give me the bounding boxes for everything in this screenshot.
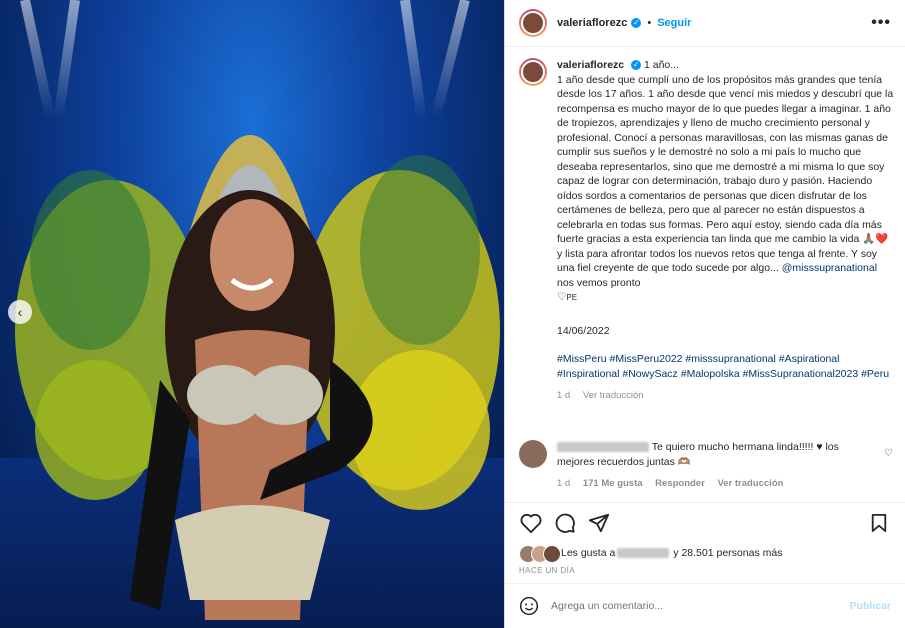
- likes-prefix: Les gusta a: [561, 547, 616, 559]
- verified-badge-icon: ✓: [631, 18, 642, 28]
- caption: valeriaflorezc ✓ 1 año... 1 año desde qu…: [519, 58, 894, 404]
- emoji-icon[interactable]: [519, 596, 539, 616]
- caption-closing: nos vemos pronto: [557, 276, 641, 289]
- comment-age: 1 d: [557, 478, 571, 489]
- comment-like-icon[interactable]: ♡: [884, 448, 893, 459]
- author-username[interactable]: valeriaflorezc: [557, 17, 627, 29]
- costume-illustration: [15, 135, 500, 620]
- liker-username-blurred[interactable]: [617, 548, 670, 558]
- comment-reply-button[interactable]: Responder: [655, 478, 705, 489]
- likes-summary[interactable]: Les gusta a y 28.501 personas más: [519, 545, 782, 563]
- post-sidebar: valeriaflorezc ✓ • Seguir ••• valeriaflo…: [504, 0, 905, 628]
- previous-image-button[interactable]: ‹: [8, 300, 32, 324]
- liker-avatars: [519, 545, 561, 563]
- heart-outline-icon: ♡: [557, 291, 567, 303]
- caption-closing-tag: PE: [566, 293, 578, 302]
- caption-translate-link[interactable]: Ver traducción: [583, 390, 644, 401]
- follow-button[interactable]: Seguir: [657, 17, 691, 29]
- commenter-avatar[interactable]: [519, 440, 547, 468]
- caption-mention[interactable]: @misssupranational: [782, 262, 877, 274]
- caption-date: 14/06/2022: [557, 324, 610, 337]
- verified-badge-icon: ✓: [631, 60, 642, 71]
- caption-body: 1 año desde que cumplí uno de los propós…: [557, 73, 894, 275]
- caption-age: 1 d: [557, 390, 571, 401]
- share-icon[interactable]: [587, 511, 611, 535]
- more-options-icon[interactable]: •••: [871, 14, 891, 32]
- comment-likes[interactable]: 171 Me gusta: [583, 478, 643, 489]
- commenter-username-blurred[interactable]: [557, 442, 649, 453]
- save-bookmark-icon[interactable]: [867, 511, 891, 535]
- comment-input[interactable]: [549, 599, 850, 613]
- comment-icon[interactable]: [553, 511, 577, 535]
- author-avatar[interactable]: [519, 9, 547, 37]
- add-comment-bar: Publicar: [505, 583, 905, 628]
- likes-suffix[interactable]: y 28.501 personas más: [673, 547, 782, 559]
- post-header: valeriaflorezc ✓ • Seguir •••: [505, 0, 905, 47]
- publish-button[interactable]: Publicar: [850, 600, 891, 612]
- separator-dot: •: [647, 17, 652, 29]
- post-time: HACE UN DÍA: [519, 566, 575, 575]
- caption-title: 1 año...: [643, 59, 679, 71]
- comment-item: Te quiero mucho hermana linda!!!!! ♥ los…: [519, 440, 894, 492]
- caption-hashtags[interactable]: #MissPeru #MissPeru2022 #misssupranation…: [557, 352, 894, 381]
- post-image[interactable]: ‹: [0, 0, 504, 628]
- caption-avatar[interactable]: [519, 58, 547, 86]
- caption-username[interactable]: valeriaflorezc: [557, 59, 624, 71]
- action-bar: [505, 502, 905, 543]
- comment-translate-link[interactable]: Ver traducción: [717, 478, 783, 489]
- like-icon[interactable]: [519, 511, 543, 535]
